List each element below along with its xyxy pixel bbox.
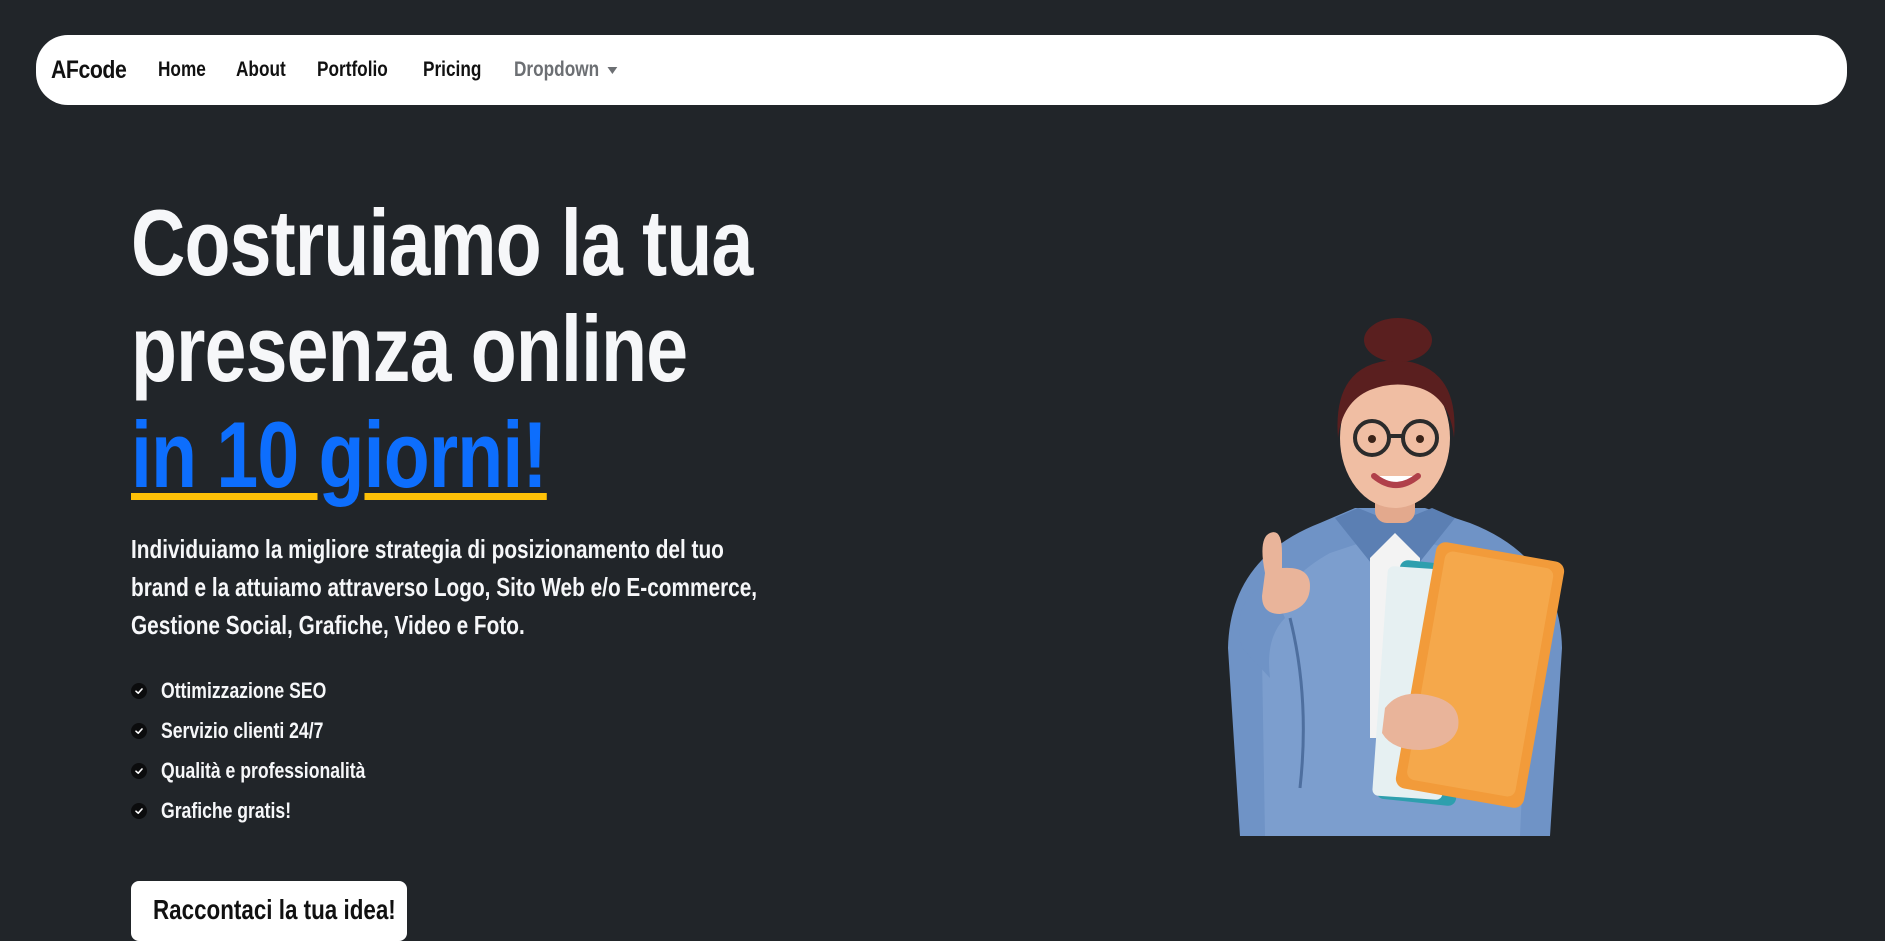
feature-label: Ottimizzazione SEO: [161, 678, 327, 703]
hero-title-line2: presenza online: [131, 296, 688, 401]
check-circle-icon: [131, 803, 147, 819]
hero-person-image: [1228, 318, 1565, 836]
nav-link-pricing[interactable]: Pricing: [423, 58, 481, 82]
hero-lead-text: Individuiamo la migliore strategia di po…: [131, 534, 758, 640]
check-circle-icon: [131, 723, 147, 739]
nav-link-home[interactable]: Home: [158, 58, 206, 82]
check-circle-icon: [131, 763, 147, 779]
cta-button-label: Raccontaci la tua idea!: [153, 894, 396, 925]
feature-label: Servizio clienti 24/7: [161, 718, 324, 743]
brand-logo[interactable]: AFcode: [51, 56, 127, 85]
hero-title-line1: Costruiamo la tua: [131, 190, 753, 295]
feature-label: Qualità e professionalità: [161, 758, 366, 783]
nav-link-portfolio[interactable]: Portfolio: [317, 58, 388, 82]
cta-button[interactable]: Raccontaci la tua idea!: [131, 881, 407, 941]
nav-link-about[interactable]: About: [236, 58, 286, 82]
hero-headline: Costruiamo la tua presenza online in 10 …: [131, 190, 753, 508]
feature-item: Grafiche gratis!: [131, 791, 417, 831]
feature-item: Servizio clienti 24/7: [131, 711, 417, 751]
caret-down-icon: [607, 66, 618, 74]
navbar: AFcode Home About Portfolio Pricing Drop…: [36, 35, 1847, 105]
feature-item: Ottimizzazione SEO: [131, 671, 417, 711]
check-circle-icon: [131, 683, 147, 699]
feature-list: Ottimizzazione SEO Servizio clienti 24/7…: [131, 671, 417, 831]
feature-label: Grafiche gratis!: [161, 798, 292, 823]
hero-title-accent: in 10 giorni!: [131, 402, 548, 507]
nav-dropdown-toggle[interactable]: Dropdown: [514, 58, 618, 82]
nav-links: Home About Portfolio Pricing Dropdown: [158, 58, 660, 82]
hero-section: Costruiamo la tua presenza online in 10 …: [131, 190, 891, 508]
nav-dropdown-label: Dropdown: [514, 58, 600, 81]
feature-item: Qualità e professionalità: [131, 751, 417, 791]
